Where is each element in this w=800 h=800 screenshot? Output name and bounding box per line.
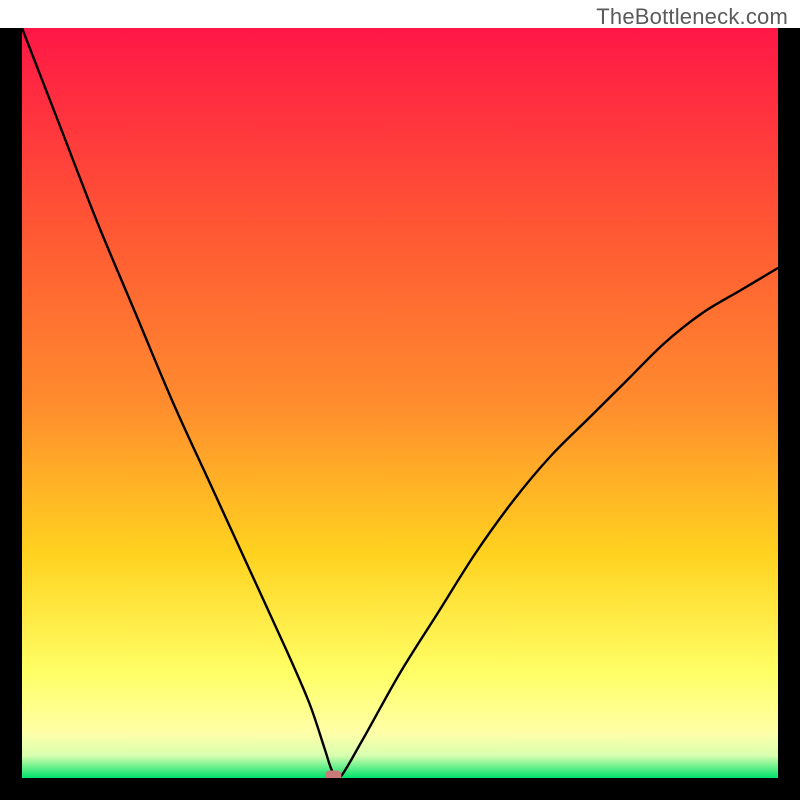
optimum-marker xyxy=(326,771,342,779)
watermark-text: TheBottleneck.com xyxy=(596,4,788,30)
chart-frame xyxy=(0,28,800,800)
chart-svg xyxy=(22,28,778,778)
chart-plot-area xyxy=(22,28,778,778)
chart-background xyxy=(22,28,778,778)
